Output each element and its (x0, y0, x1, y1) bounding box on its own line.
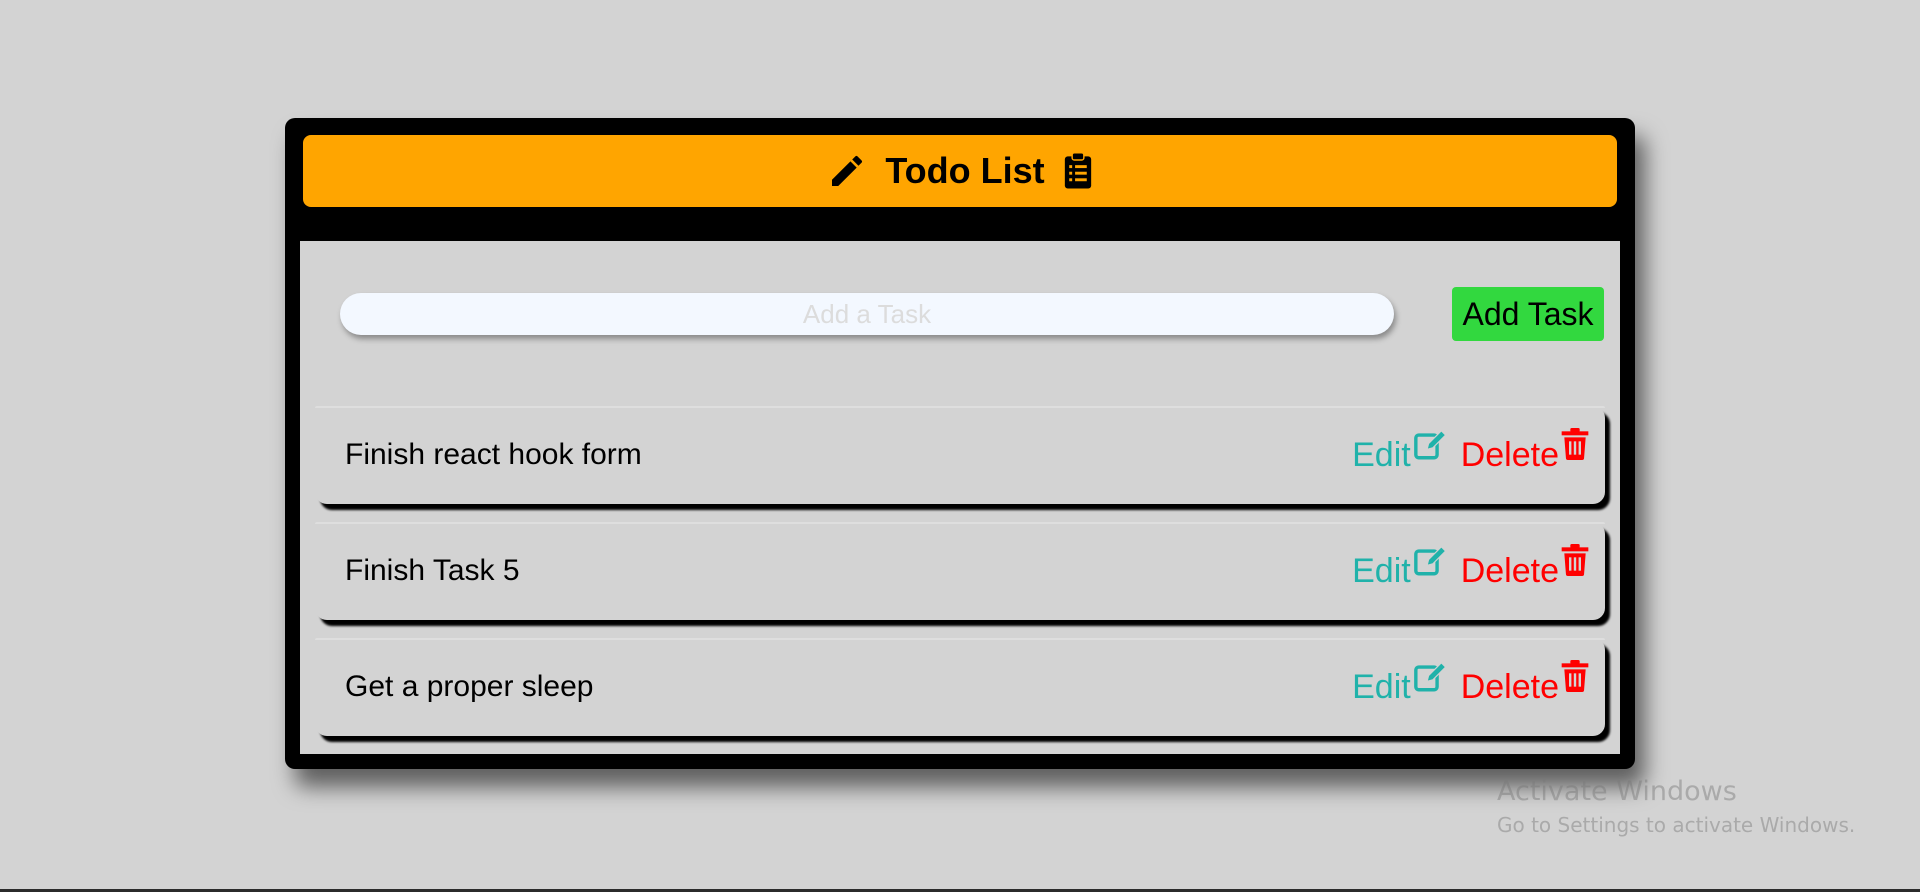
trash-icon (1561, 427, 1589, 460)
task-actions: Edit Delete (1352, 543, 1589, 591)
pencil-icon (827, 151, 867, 191)
delete-label: Delete (1460, 551, 1559, 590)
delete-label: Delete (1460, 667, 1559, 706)
task-item: Finish Task 5 Edit Delete (315, 522, 1605, 620)
delete-button[interactable]: Delete (1460, 659, 1589, 707)
edit-square-icon (1413, 544, 1447, 578)
task-list: Finish react hook form Edit Delete Finis… (315, 406, 1605, 754)
todo-app-frame: Todo List Add Task Finish react hook for… (285, 118, 1635, 769)
edit-square-icon (1413, 660, 1447, 694)
page-title: Todo List (885, 150, 1045, 191)
task-actions: Edit Delete (1352, 659, 1589, 707)
edit-button[interactable]: Edit (1352, 545, 1447, 591)
edit-label: Edit (1352, 551, 1411, 590)
clipboard-list-icon (1063, 152, 1093, 190)
delete-button[interactable]: Delete (1460, 427, 1589, 475)
edit-square-icon (1413, 428, 1447, 462)
watermark-subtitle: Go to Settings to activate Windows. (1497, 813, 1856, 837)
task-input[interactable] (340, 293, 1394, 335)
activate-windows-watermark: Activate Windows Go to Settings to activ… (1497, 776, 1855, 837)
task-text: Finish react hook form (345, 438, 642, 471)
task-text: Get a proper sleep (345, 670, 594, 703)
trash-icon (1561, 659, 1589, 692)
edit-label: Edit (1352, 435, 1411, 474)
edit-button[interactable]: Edit (1352, 429, 1447, 475)
task-item: Finish react hook form Edit Delete (315, 406, 1605, 504)
task-text: Finish Task 5 (345, 554, 520, 587)
task-actions: Edit Delete (1352, 427, 1589, 475)
edit-button[interactable]: Edit (1352, 661, 1447, 707)
watermark-title: Activate Windows (1497, 776, 1737, 807)
task-item: Get a proper sleep Edit Delete (315, 638, 1605, 736)
delete-button[interactable]: Delete (1460, 543, 1589, 591)
trash-icon (1561, 543, 1589, 576)
add-task-button[interactable]: Add Task (1452, 287, 1604, 341)
content-panel: Add Task Finish react hook form Edit (300, 241, 1620, 754)
delete-label: Delete (1460, 435, 1559, 474)
edit-label: Edit (1352, 667, 1411, 706)
app-header: Todo List (303, 135, 1617, 207)
